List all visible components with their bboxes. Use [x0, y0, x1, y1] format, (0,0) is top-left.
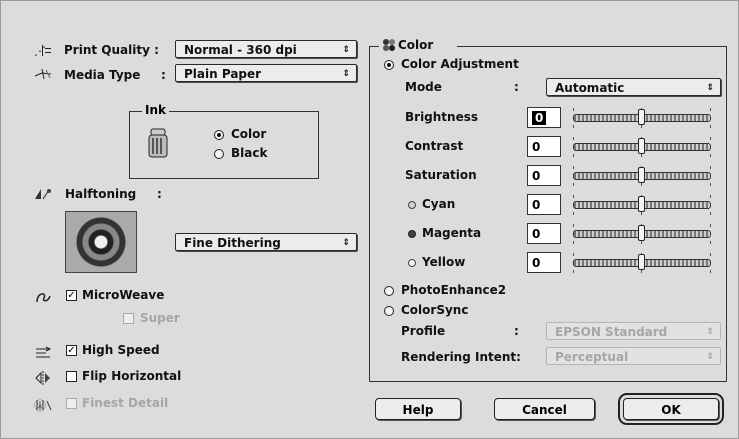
color-group-header: Color [379, 37, 457, 53]
cyan-dot-icon [408, 201, 416, 209]
color-palette-icon [382, 38, 396, 52]
ink-black-radio[interactable] [214, 149, 224, 159]
ink-group-title: Ink [142, 103, 169, 117]
magenta-slider[interactable] [573, 224, 711, 245]
popup-arrows-icon: ⇕ [706, 83, 714, 93]
finest-detail-checkbox [66, 398, 77, 409]
magenta-dot-icon [408, 230, 416, 238]
cyan-slider[interactable] [573, 195, 711, 216]
yellow-label: Yellow [422, 255, 466, 269]
contrast-label: Contrast [405, 139, 464, 153]
profile-value: EPSON Standard [555, 325, 668, 339]
ink-black-label: Black [231, 146, 268, 160]
mode-popup[interactable]: Automatic ⇕ [546, 78, 721, 96]
mode-value: Automatic [555, 81, 625, 95]
media-type-label: Media Type [64, 68, 141, 82]
mode-label: Mode [405, 80, 442, 94]
brightness-field[interactable]: 0 [527, 107, 561, 128]
color-adjustment-label: Color Adjustment [401, 57, 519, 71]
microweave-checkbox[interactable]: ✓ [66, 290, 77, 301]
profile-colon: : [514, 324, 519, 338]
halftoning-label: Halftoning [65, 187, 137, 201]
magenta-label: Magenta [422, 226, 482, 240]
super-label: Super [140, 311, 180, 325]
ink-color-label: Color [231, 127, 267, 141]
ink-color-radio[interactable] [214, 130, 224, 140]
profile-popup: EPSON Standard ⇕ [546, 322, 721, 340]
halftoning-icon [34, 187, 52, 201]
halftone-preview-image [65, 211, 137, 273]
flip-horizontal-checkbox[interactable] [66, 371, 77, 382]
popup-arrows-icon: ⇕ [342, 69, 350, 79]
magenta-field[interactable]: 0 [527, 223, 561, 244]
super-checkbox [123, 313, 134, 324]
media-type-colon: : [161, 68, 166, 82]
magenta-slider-thumb[interactable] [638, 225, 645, 241]
high-speed-label: High Speed [82, 343, 160, 357]
saturation-field[interactable]: 0 [527, 165, 561, 186]
print-quality-popup[interactable]: Normal - 360 dpi ⇕ [175, 40, 357, 58]
profile-label: Profile [401, 324, 446, 338]
popup-arrows-icon: ⇕ [342, 238, 350, 248]
print-quality-label: Print Quality : [64, 43, 159, 57]
color-group-title: Color [398, 38, 434, 52]
finest-detail-icon: ㊋ [34, 398, 52, 412]
rendering-intent-value: Perceptual [555, 350, 629, 364]
rendering-intent-popup: Perceptual ⇕ [546, 347, 721, 365]
cyan-slider-thumb[interactable] [638, 196, 645, 212]
media-type-icon [34, 67, 52, 81]
brightness-slider-thumb[interactable] [638, 109, 645, 125]
saturation-slider[interactable] [573, 166, 711, 187]
popup-arrows-icon: ⇕ [342, 45, 350, 55]
contrast-field[interactable]: 0 [527, 136, 561, 157]
help-button[interactable]: Help [375, 398, 461, 420]
photoenhance2-radio[interactable] [384, 286, 394, 296]
yellow-slider-thumb[interactable] [638, 254, 645, 270]
saturation-slider-thumb[interactable] [638, 167, 645, 183]
yellow-field[interactable]: 0 [527, 252, 561, 273]
microweave-label: MicroWeave [82, 288, 165, 302]
cyan-label: Cyan [422, 197, 456, 211]
flip-horizontal-icon [34, 371, 52, 385]
print-quality-value: Normal - 360 dpi [184, 43, 297, 57]
cancel-button[interactable]: Cancel [494, 398, 595, 420]
mode-colon: : [514, 80, 519, 94]
popup-arrows-icon: ⇕ [706, 327, 714, 337]
media-type-value: Plain Paper [184, 67, 262, 81]
ok-button[interactable]: OK [618, 393, 724, 425]
print-quality-icon: ⋰ [34, 43, 52, 57]
contrast-slider-thumb[interactable] [638, 138, 645, 154]
ink-cartridge-icon [146, 127, 172, 159]
flip-horizontal-label: Flip Horizontal [82, 369, 182, 383]
colorsync-radio[interactable] [384, 306, 394, 316]
svg-text:⋰: ⋰ [34, 44, 46, 57]
contrast-slider[interactable] [573, 137, 711, 158]
yellow-slider[interactable] [573, 253, 711, 274]
brightness-label: Brightness [405, 110, 479, 124]
saturation-label: Saturation [405, 168, 477, 182]
finest-detail-label: Finest Detail [82, 396, 169, 410]
colorsync-label: ColorSync [401, 303, 469, 317]
high-speed-icon [34, 345, 52, 359]
halftoning-value: Fine Dithering [184, 236, 281, 250]
color-adjustment-radio[interactable] [384, 60, 394, 70]
halftoning-popup[interactable]: Fine Dithering ⇕ [175, 233, 357, 251]
media-type-popup[interactable]: Plain Paper ⇕ [175, 64, 357, 82]
microweave-icon [34, 290, 52, 304]
advanced-print-dialog: ⋰ Print Quality : Normal - 360 dpi ⇕ Med… [0, 0, 739, 439]
yellow-dot-icon [408, 259, 416, 267]
brightness-slider[interactable] [573, 108, 711, 129]
cyan-field[interactable]: 0 [527, 194, 561, 215]
rendering-intent-label: Rendering Intent: [401, 350, 521, 364]
high-speed-checkbox[interactable]: ✓ [66, 345, 77, 356]
popup-arrows-icon: ⇕ [706, 352, 714, 362]
photoenhance2-label: PhotoEnhance2 [401, 283, 507, 297]
halftoning-colon: : [157, 187, 162, 201]
